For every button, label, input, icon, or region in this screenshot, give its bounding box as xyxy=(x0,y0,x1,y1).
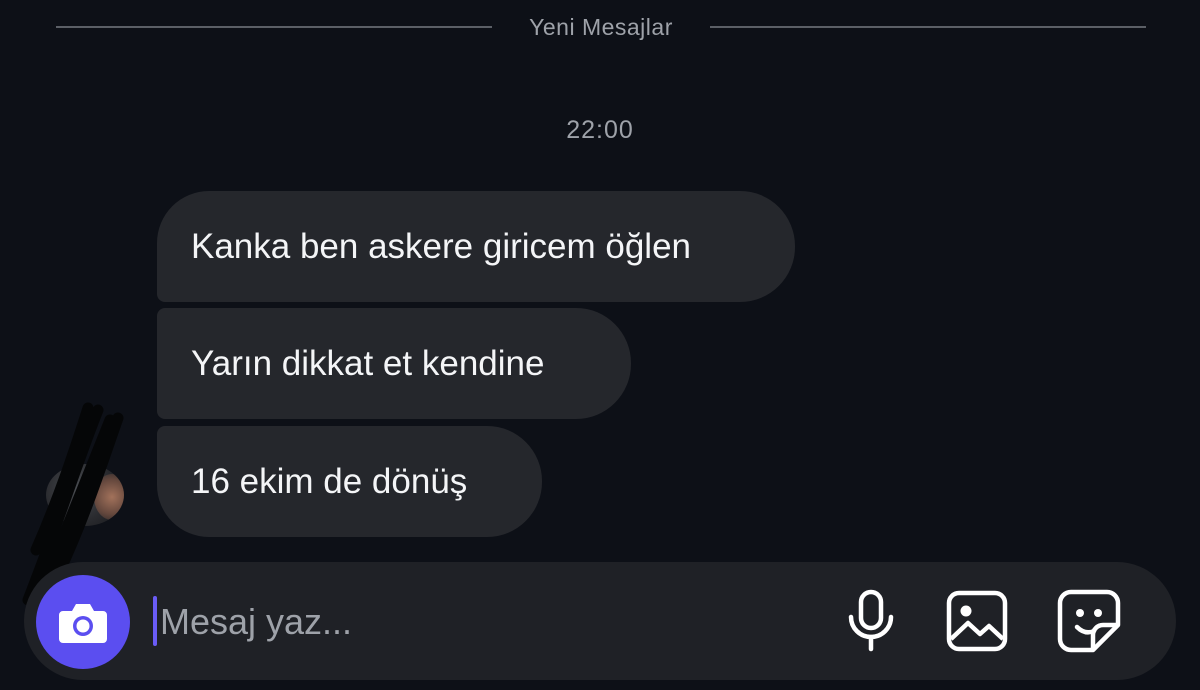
message-timestamp: 22:00 xyxy=(566,116,634,144)
microphone-button[interactable] xyxy=(838,588,904,654)
camera-button[interactable] xyxy=(36,575,130,669)
divider-line-right xyxy=(710,26,1146,28)
divider-label: Yeni Mesajlar xyxy=(529,14,673,40)
message-text: Yarın dikkat et kendine xyxy=(191,343,545,383)
divider-line-left xyxy=(56,26,492,28)
text-cursor xyxy=(153,596,157,646)
message-text: 16 ekim de dönüş xyxy=(191,461,468,501)
message-bubble[interactable]: 16 ekim de dönüş xyxy=(157,426,542,537)
gallery-button[interactable] xyxy=(944,588,1010,654)
camera-icon xyxy=(59,604,107,643)
microphone-icon xyxy=(848,589,894,652)
message-bubble[interactable]: Kanka ben askere giricem öğlen xyxy=(157,191,795,302)
message-bubble[interactable]: Yarın dikkat et kendine xyxy=(157,308,631,419)
message-text: Kanka ben askere giricem öğlen xyxy=(191,226,692,266)
sticker-button[interactable] xyxy=(1056,588,1122,654)
message-input[interactable] xyxy=(160,592,760,652)
sticker-icon xyxy=(1057,589,1121,653)
image-icon xyxy=(946,590,1008,652)
